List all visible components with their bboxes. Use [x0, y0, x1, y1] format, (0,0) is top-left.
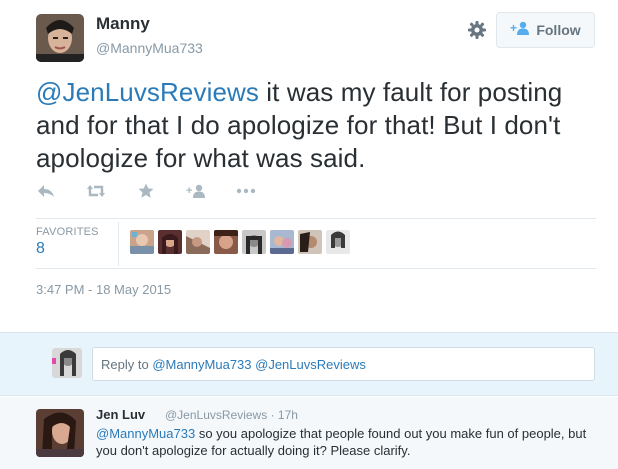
- favoriter-avatar[interactable]: [270, 230, 294, 254]
- tweet-mention-link[interactable]: @JenLuvsReviews: [36, 77, 259, 107]
- favoriters-list: [130, 230, 350, 254]
- favoriter-avatar[interactable]: [130, 230, 154, 254]
- favorite-icon[interactable]: [136, 182, 156, 200]
- author-name[interactable]: Manny: [96, 14, 150, 34]
- author-avatar[interactable]: [36, 14, 84, 62]
- reply-input[interactable]: Reply to @MannyMua733 @JenLuvsReviews: [92, 347, 595, 381]
- tweet-text: @JenLuvsReviews it was my fault for post…: [36, 76, 596, 175]
- reply-mention-link[interactable]: @MannyMua733: [96, 426, 195, 441]
- divider: [36, 218, 596, 219]
- reply-tweet[interactable]: Jen Luv @JenLuvsReviews · 17h @MannyMua7…: [0, 397, 618, 469]
- reply-composer: Reply to @MannyMua733 @JenLuvsReviews: [0, 332, 618, 396]
- divider: [118, 222, 119, 266]
- follow-button[interactable]: + Follow: [496, 12, 595, 48]
- tweet-card: Manny @MannyMua733 + Follow @JenLuvsRevi…: [0, 0, 618, 332]
- gear-icon[interactable]: [467, 20, 487, 40]
- reply-icon[interactable]: [36, 182, 56, 200]
- reply-placeholder: Reply to @MannyMua733 @JenLuvsReviews: [101, 356, 366, 372]
- favoriter-avatar[interactable]: [242, 230, 266, 254]
- follow-label: Follow: [536, 22, 581, 38]
- reply-age[interactable]: 17h: [278, 408, 298, 422]
- tweet-actions: +: [36, 182, 286, 200]
- favorites-count[interactable]: 8: [36, 240, 45, 258]
- follow-person-icon: +: [510, 21, 530, 40]
- tweet-timestamp[interactable]: 3:47 PM - 18 May 2015: [36, 282, 171, 297]
- reply-text: @MannyMua733 so you apologize that peopl…: [96, 426, 587, 458]
- favoriter-avatar[interactable]: [298, 230, 322, 254]
- svg-text:+: +: [186, 185, 192, 197]
- svg-text:+: +: [510, 21, 517, 35]
- current-user-avatar: [52, 348, 82, 378]
- reply-meta: @JenLuvsReviews · 17h: [165, 408, 298, 422]
- author-handle[interactable]: @MannyMua733: [96, 40, 203, 56]
- favoriter-avatar[interactable]: [186, 230, 210, 254]
- favoriter-avatar[interactable]: [214, 230, 238, 254]
- favoriter-avatar[interactable]: [158, 230, 182, 254]
- divider: [36, 268, 596, 269]
- retweet-icon[interactable]: [86, 182, 106, 200]
- reply-author-handle[interactable]: @JenLuvsReviews: [165, 408, 267, 422]
- favorites-label: FAVORITES: [36, 226, 99, 238]
- reply-author-name[interactable]: Jen Luv: [96, 407, 145, 422]
- more-icon[interactable]: [236, 182, 256, 200]
- follow-icon[interactable]: +: [186, 182, 206, 200]
- favoriter-avatar[interactable]: [326, 230, 350, 254]
- reply-author-avatar[interactable]: [36, 409, 84, 457]
